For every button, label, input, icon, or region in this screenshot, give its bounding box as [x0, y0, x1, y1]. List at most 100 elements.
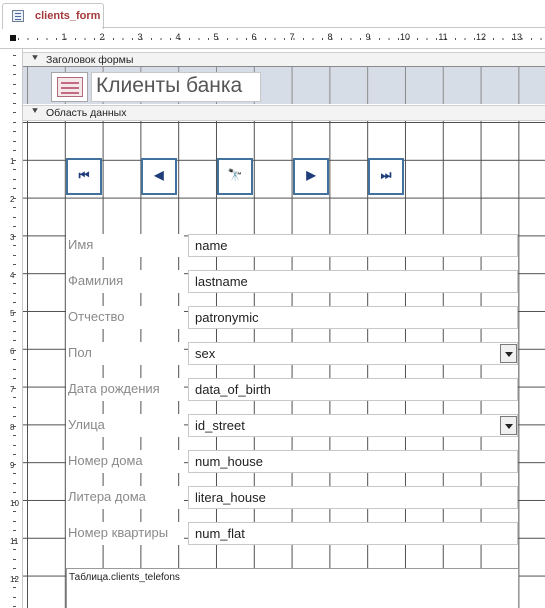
field-control-source: id_street: [195, 418, 245, 433]
field-label: Улица: [66, 414, 184, 437]
combo-box[interactable]: id_street: [188, 414, 518, 437]
find-record-button[interactable]: 🔭: [217, 158, 253, 195]
ruler-tick: [13, 131, 16, 132]
subform-clients-telefons[interactable]: Таблица.clients_telefons: [66, 568, 519, 608]
ruler-number: 13: [511, 32, 523, 42]
first-record-button[interactable]: ⏮: [66, 158, 102, 195]
field-label: Фамилия: [66, 270, 184, 293]
ruler-tick: [13, 93, 16, 94]
field-label: Пол: [66, 342, 184, 365]
text-box[interactable]: name: [188, 234, 518, 257]
horizontal-ruler[interactable]: 1 2 3 4 5 6 7 8 9 10 11 12 13: [0, 29, 545, 49]
ruler-number: 12: [10, 575, 19, 584]
dropdown-arrow-icon[interactable]: [500, 344, 517, 363]
ruler-number: 5: [10, 309, 15, 318]
ruler-tick: [13, 159, 16, 161]
ruler-number: 7: [289, 32, 295, 42]
ruler-tick: [13, 444, 16, 446]
ruler-number: 1: [10, 157, 15, 166]
ruler-number: 10: [399, 32, 411, 42]
field-control-source: litera_house: [195, 490, 266, 505]
ruler-tick: [13, 530, 16, 531]
text-box[interactable]: data_of_birth: [188, 378, 518, 401]
ruler-tick: [13, 64, 16, 66]
subform-label: Таблица.clients_telefons: [69, 572, 180, 583]
ruler-tick: [13, 520, 16, 522]
ruler-ticks: [18, 29, 545, 48]
ruler-number: 4: [10, 271, 15, 280]
section-collapse-icon: ⯆: [31, 106, 39, 117]
combo-box[interactable]: sex: [188, 342, 518, 365]
ruler-tick: [13, 150, 16, 151]
ruler-tick: [13, 235, 16, 237]
ruler-tick: [13, 226, 16, 227]
field-control-source: num_flat: [195, 526, 245, 541]
ruler-number: 3: [137, 32, 143, 42]
field-label: Номер квартиры: [66, 522, 184, 545]
ruler-tick: [13, 302, 16, 303]
first-record-icon: ⏮: [78, 168, 90, 182]
ruler-tick: [13, 596, 16, 598]
field-control-source: num_house: [195, 454, 263, 469]
form-title: Клиенты банка: [96, 74, 243, 97]
ruler-tick: [13, 368, 16, 370]
field-label: Отчество: [66, 306, 184, 329]
ruler-tick: [13, 406, 16, 408]
ruler-tick: [13, 463, 16, 465]
ruler-tick: [13, 330, 16, 332]
form-icon: [12, 10, 24, 22]
field-control-source: sex: [195, 346, 216, 361]
field-control-source: lastname: [195, 274, 248, 289]
last-record-button[interactable]: ⏭: [368, 158, 404, 195]
ruler-tick: [13, 511, 16, 512]
ruler-tick: [13, 501, 16, 503]
ruler-number: 6: [10, 347, 15, 356]
tab-clients-form[interactable]: clients_form: [2, 3, 104, 29]
text-box[interactable]: patronymic: [188, 306, 518, 329]
field-label: Дата рождения: [66, 378, 184, 401]
ruler-tick: [13, 397, 16, 398]
ruler-tick: [13, 178, 16, 180]
form-logo-icon: [57, 77, 83, 97]
ruler-tick: [13, 207, 16, 208]
ruler-tick: [13, 321, 16, 322]
ruler-tick: [13, 416, 16, 417]
ruler-number: 5: [213, 32, 219, 42]
ruler-tick: [13, 568, 16, 569]
ruler-number: 4: [175, 32, 181, 42]
ruler-tick: [13, 188, 16, 189]
ruler-number: 11: [438, 32, 448, 42]
binoculars-icon: 🔭: [227, 168, 243, 182]
ruler-tick: [13, 435, 16, 436]
ruler-tick: [13, 482, 16, 484]
field-control-source: name: [195, 238, 228, 253]
ruler-tick: [13, 558, 16, 560]
previous-record-button[interactable]: ◀: [141, 158, 177, 195]
ruler-tick: [13, 140, 16, 142]
tab-label: clients_form: [35, 10, 101, 22]
dropdown-arrow-icon[interactable]: [500, 416, 517, 435]
text-box[interactable]: litera_house: [188, 486, 518, 509]
ruler-tick: [13, 425, 16, 427]
text-box[interactable]: lastname: [188, 270, 518, 293]
ruler-number: 2: [99, 32, 105, 42]
ruler-tick: [13, 283, 16, 284]
ruler-tick: [13, 539, 16, 541]
text-box[interactable]: num_house: [188, 450, 518, 473]
document-tab-bar: clients_form: [0, 0, 545, 29]
ruler-tick: [13, 254, 16, 256]
ruler-number: 3: [10, 233, 15, 242]
ruler-tick: [13, 74, 16, 75]
next-record-icon: ▶: [306, 168, 316, 182]
ruler-tick: [13, 112, 16, 113]
ruler-tick: [13, 311, 16, 313]
text-box[interactable]: num_flat: [188, 522, 518, 545]
form-logo[interactable]: [51, 72, 88, 102]
next-record-button[interactable]: ▶: [293, 158, 329, 195]
vertical-ruler[interactable]: 1 2 3 4 5 6 7 8 9 10 11 12: [0, 49, 23, 608]
ruler-number: 10: [10, 499, 19, 508]
section-bar-detail[interactable]: ⯆ Область данных: [23, 105, 545, 121]
section-detail-label: Область данных: [46, 107, 127, 119]
ruler-tick: [13, 264, 16, 265]
section-header-label: Заголовок формы: [46, 54, 134, 66]
